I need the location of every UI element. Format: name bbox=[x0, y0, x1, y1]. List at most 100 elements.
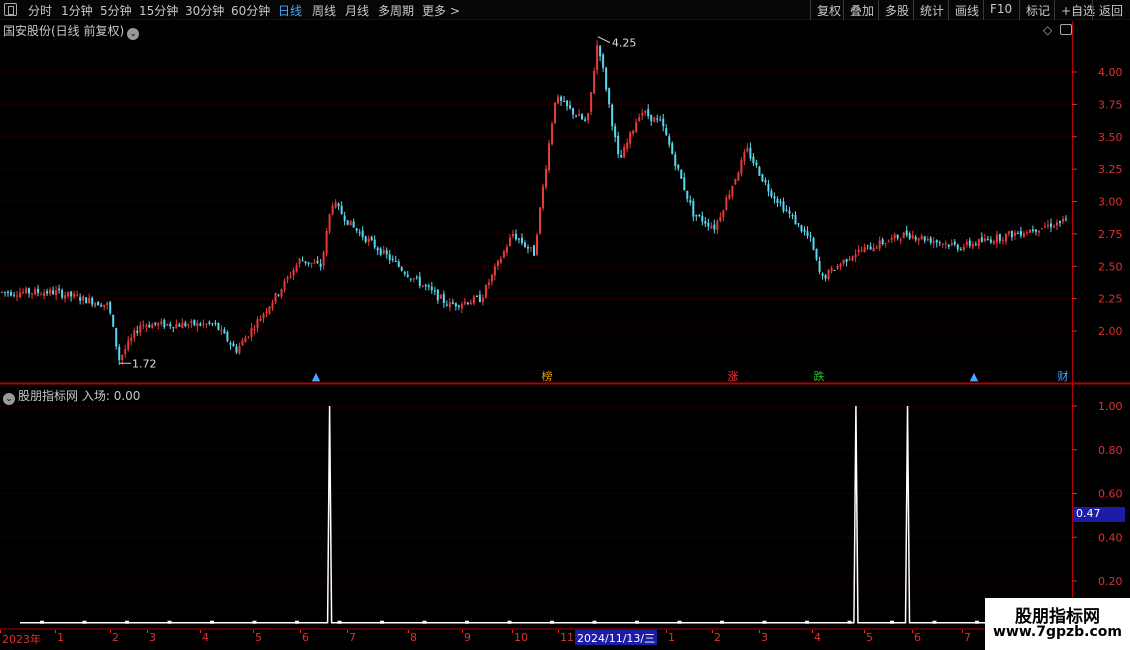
candle-body bbox=[827, 270, 830, 280]
mark-button[interactable]: 标记 bbox=[1019, 0, 1056, 20]
candle-body bbox=[232, 343, 235, 347]
multi-stock-button[interactable]: 多股 bbox=[878, 0, 915, 20]
candle-body bbox=[746, 148, 749, 152]
candle-body bbox=[977, 239, 980, 247]
period-multi[interactable]: 多周期 bbox=[378, 2, 414, 19]
candle-body bbox=[989, 239, 992, 243]
candle-body bbox=[788, 210, 791, 214]
candle-body bbox=[289, 275, 292, 278]
candle-body bbox=[427, 285, 430, 287]
date-tick-mark bbox=[347, 630, 348, 633]
candle-body bbox=[169, 324, 172, 327]
candle-body bbox=[124, 349, 127, 355]
date-tick-label: 2023年 bbox=[2, 633, 41, 646]
stats-button[interactable]: 统计 bbox=[913, 0, 950, 20]
period-1min[interactable]: 1分钟 bbox=[61, 2, 93, 19]
candle-body bbox=[352, 221, 355, 228]
candle-body bbox=[367, 238, 370, 242]
period-more[interactable]: 更多 > bbox=[422, 2, 460, 19]
indicator-point bbox=[762, 620, 767, 624]
period-15min[interactable]: 15分钟 bbox=[139, 2, 178, 19]
candle-body bbox=[517, 238, 520, 240]
candle-body bbox=[863, 247, 866, 253]
draw-line-button[interactable]: 画线 bbox=[948, 0, 985, 20]
candle-body bbox=[58, 288, 61, 291]
candle-body bbox=[578, 114, 581, 116]
date-tick-mark bbox=[408, 630, 409, 633]
candle-body bbox=[355, 228, 358, 231]
back-button[interactable]: 返回 bbox=[1092, 0, 1129, 20]
period-60min[interactable]: 60分钟 bbox=[231, 2, 270, 19]
candle-body bbox=[82, 296, 85, 301]
candle-body bbox=[337, 203, 340, 207]
candle-body bbox=[572, 108, 575, 115]
candle-body bbox=[947, 244, 950, 247]
candle-body bbox=[46, 291, 49, 294]
indicator-point bbox=[890, 620, 894, 624]
candle-body bbox=[818, 261, 821, 272]
event-marker-up[interactable]: ▲ bbox=[967, 370, 981, 383]
candle-body bbox=[241, 340, 244, 346]
candle-body bbox=[160, 321, 163, 325]
candle-body bbox=[866, 245, 869, 247]
event-marker-zhang[interactable]: 涨 bbox=[726, 370, 740, 383]
date-axis: 2023年 1 2 3 4 5 6 7 8 9 10 11 1 2 3 4 5 6 7 bbox=[0, 630, 1072, 646]
candle-body bbox=[148, 324, 151, 328]
candle-body bbox=[523, 242, 526, 247]
candle-body bbox=[343, 215, 346, 221]
candle-body bbox=[794, 214, 797, 225]
candle-body bbox=[409, 278, 412, 280]
candle-body bbox=[533, 245, 535, 256]
event-marker-bang[interactable]: 榜 bbox=[540, 370, 554, 383]
candle-body bbox=[959, 248, 962, 250]
overlay-button[interactable]: 叠加 bbox=[843, 0, 880, 20]
candle-body bbox=[502, 251, 505, 258]
candle-body bbox=[1043, 226, 1046, 228]
candle-body bbox=[94, 303, 97, 307]
menu-icon[interactable] bbox=[4, 3, 17, 16]
indicator-point bbox=[167, 620, 172, 624]
period-intraday[interactable]: 分时 bbox=[28, 2, 52, 19]
date-tick-mark bbox=[812, 630, 813, 633]
period-weekly[interactable]: 周线 bbox=[312, 2, 336, 19]
candle-body bbox=[229, 342, 232, 345]
candle-body bbox=[770, 190, 773, 197]
candle-body bbox=[4, 291, 7, 293]
candle-body bbox=[743, 152, 746, 162]
indicator-tick-label: 0.60 bbox=[1098, 488, 1123, 501]
event-marker-cai[interactable]: 财 bbox=[1056, 370, 1070, 383]
date-tick-label: 3 bbox=[761, 631, 768, 644]
candle-body bbox=[551, 123, 554, 145]
candle-body bbox=[800, 225, 803, 232]
candle-body bbox=[899, 239, 902, 241]
candle-body bbox=[73, 293, 76, 297]
candle-body bbox=[145, 325, 148, 327]
high-price-label: 4.25 bbox=[612, 37, 637, 50]
period-monthly[interactable]: 月线 bbox=[345, 2, 369, 19]
period-30min[interactable]: 30分钟 bbox=[185, 2, 224, 19]
chart-canvas[interactable]: 4.00 3.75 3.50 3.25 3.00 2.75 2.50 2.25 2.00 1.0… bbox=[0, 21, 1130, 631]
event-marker-up[interactable]: ▲ bbox=[309, 370, 323, 383]
date-tick-label: 4 bbox=[814, 631, 821, 644]
candle-body bbox=[611, 104, 614, 127]
candle-body bbox=[929, 237, 932, 243]
indicator-point bbox=[805, 620, 809, 624]
candle-body bbox=[136, 330, 139, 333]
candle-body bbox=[481, 297, 484, 303]
candle-body bbox=[496, 260, 499, 266]
date-tick-label: 9 bbox=[464, 631, 471, 644]
candle-body bbox=[373, 239, 376, 248]
candle-body bbox=[475, 295, 478, 297]
candle-body bbox=[376, 247, 379, 251]
period-5min[interactable]: 5分钟 bbox=[100, 2, 132, 19]
adjust-button[interactable]: 复权 bbox=[810, 0, 847, 20]
marker-die-label: 跌 bbox=[813, 370, 825, 383]
candle-body bbox=[740, 160, 743, 174]
candle-body bbox=[599, 45, 602, 57]
period-daily[interactable]: 日线 bbox=[278, 2, 302, 19]
candle-body bbox=[52, 290, 55, 295]
candle-body bbox=[208, 322, 211, 324]
f10-button[interactable]: F10 bbox=[983, 0, 1018, 20]
event-marker-die[interactable]: 跌 bbox=[812, 370, 826, 383]
candle-body bbox=[100, 304, 103, 307]
